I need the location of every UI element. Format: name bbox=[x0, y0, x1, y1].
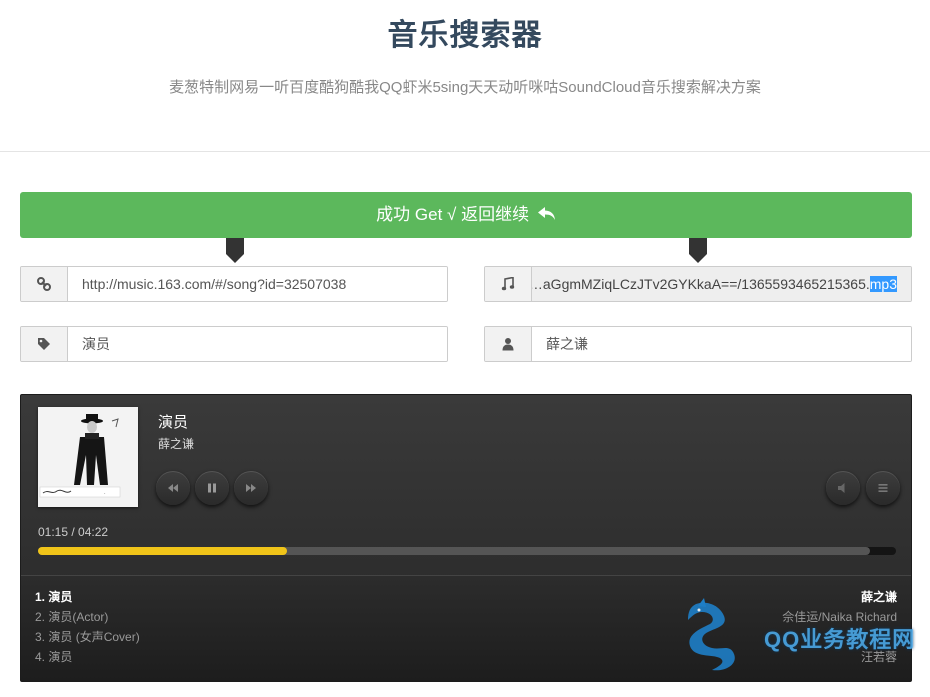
author-input[interactable] bbox=[532, 327, 911, 361]
file-url-text: …aGgmMZiqLCzJTv2GYKkaA==/136559346521536… bbox=[532, 276, 870, 292]
album-art-image: · bbox=[38, 407, 138, 507]
watermark-logo: QQ业务教程网 bbox=[668, 598, 918, 676]
pause-icon bbox=[208, 483, 216, 493]
prev-button[interactable] bbox=[156, 471, 190, 505]
previous-icon bbox=[168, 484, 178, 492]
volume-icon bbox=[838, 483, 845, 493]
page: 音乐搜索器 麦葱特制网易一听百度酷狗酷我QQ虾米5sing天天动听咪咕Sound… bbox=[0, 0, 930, 697]
user-icon bbox=[502, 338, 514, 351]
file-url-field: …aGgmMZiqLCzJTv2GYKkaA==/136559346521536… bbox=[484, 266, 912, 302]
link-field bbox=[20, 266, 448, 302]
song-artist: 薛之谦 bbox=[158, 437, 195, 451]
progress-fill bbox=[38, 547, 287, 555]
playlist-item-title: 演员 bbox=[48, 590, 73, 604]
playlist-item-number: 1. bbox=[35, 590, 46, 604]
user-addon bbox=[485, 327, 532, 361]
link-icon bbox=[37, 277, 51, 291]
volume-button[interactable] bbox=[826, 471, 860, 505]
playlist-item-title: 演员(Actor) bbox=[48, 610, 109, 624]
file-url-selection: mp3 bbox=[869, 276, 897, 292]
time-display: 01:15 / 04:22 bbox=[38, 525, 109, 539]
page-title: 音乐搜索器 bbox=[387, 19, 543, 52]
music-addon bbox=[485, 267, 532, 301]
link-addon bbox=[21, 267, 68, 301]
playlist-item-title: 演员 bbox=[48, 650, 73, 664]
pause-button[interactable] bbox=[195, 471, 229, 505]
playlist-item-number: 2. bbox=[35, 610, 46, 624]
success-label: 成功 Get √ 返回继续 bbox=[376, 205, 530, 224]
header: 音乐搜索器 麦葱特制网易一听百度酷狗酷我QQ虾米5sing天天动听咪咕Sound… bbox=[0, 0, 930, 152]
playlist-toggle-button[interactable] bbox=[866, 471, 900, 505]
menu-icon bbox=[878, 484, 888, 492]
title-input[interactable] bbox=[68, 327, 447, 361]
dragon-logo-icon bbox=[688, 598, 735, 671]
album-cover: · bbox=[38, 407, 138, 507]
song-title: 演员 bbox=[158, 414, 189, 431]
next-icon bbox=[246, 484, 256, 492]
page-subtitle: 麦葱特制网易一听百度酷狗酷我QQ虾米5sing天天动听咪咕SoundCloud音… bbox=[169, 79, 761, 96]
reply-icon bbox=[537, 207, 555, 220]
file-url-input[interactable]: …aGgmMZiqLCzJTv2GYKkaA==/136559346521536… bbox=[532, 267, 911, 301]
playlist-item-title: 演员 (女声Cover) bbox=[48, 630, 140, 644]
link-input[interactable] bbox=[68, 267, 447, 301]
pointer-left bbox=[226, 238, 244, 264]
next-button[interactable] bbox=[234, 471, 268, 505]
pointer-right bbox=[689, 238, 707, 264]
music-icon bbox=[501, 277, 515, 291]
tag-addon bbox=[21, 327, 68, 361]
playlist-item-number: 3. bbox=[35, 630, 46, 644]
tag-icon bbox=[38, 338, 50, 350]
playlist-item-number: 4. bbox=[35, 650, 46, 664]
author-field bbox=[484, 326, 912, 362]
progress-bar[interactable] bbox=[38, 547, 896, 555]
watermark-text: QQ业务教程网 bbox=[764, 627, 916, 652]
title-field bbox=[20, 326, 448, 362]
success-return-button[interactable]: 成功 Get √ 返回继续 bbox=[20, 192, 912, 238]
